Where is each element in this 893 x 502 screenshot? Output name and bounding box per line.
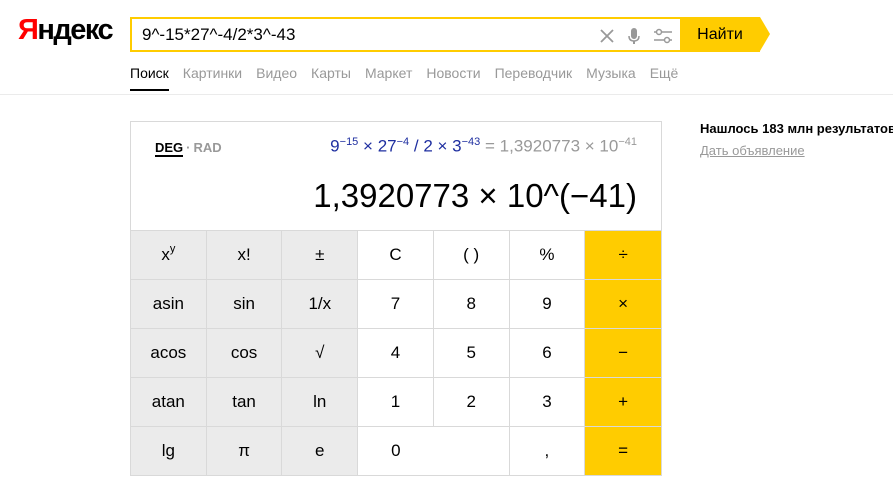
tab-music[interactable]: Музыка (586, 65, 636, 89)
angle-mode-switch: DEG · RAD (155, 140, 222, 157)
comma-key[interactable]: , (509, 426, 586, 475)
keypad: xy x! ± C ( ) % ÷ asin sin 1/x 7 8 9 × a… (131, 230, 661, 475)
search-button[interactable]: Найти (680, 17, 770, 52)
digit-9-key[interactable]: 9 (509, 279, 586, 328)
results-sidebar: Нашлось 183 млн результатов Дать объявле… (700, 121, 893, 158)
plus-minus-key[interactable]: ± (282, 230, 359, 279)
digit-2-key[interactable]: 2 (433, 377, 510, 426)
clear-key[interactable]: C (358, 230, 434, 279)
tab-news[interactable]: Новости (426, 65, 480, 89)
deg-toggle[interactable]: DEG (155, 140, 184, 157)
acos-key[interactable]: acos (131, 328, 207, 377)
logo-rest: ндекс (37, 14, 113, 46)
power-key[interactable]: xy (131, 230, 207, 279)
cos-key[interactable]: cos (206, 328, 283, 377)
expr-exp-3: −43 (461, 136, 481, 148)
expr-op-2: / 2 × (409, 136, 453, 156)
percent-key[interactable]: % (509, 230, 586, 279)
e-key[interactable]: e (282, 426, 359, 475)
tab-translator[interactable]: Переводчик (495, 65, 573, 89)
digit-5-key[interactable]: 5 (433, 328, 510, 377)
multiply-key[interactable]: × (585, 279, 661, 328)
power-key-base: x (161, 245, 170, 264)
asin-key[interactable]: asin (131, 279, 207, 328)
expr-op-1: × (358, 136, 378, 156)
tab-images[interactable]: Картинки (183, 65, 242, 89)
digit-3-key[interactable]: 3 (509, 377, 586, 426)
sqrt-key[interactable]: √ (282, 328, 359, 377)
tab-market[interactable]: Маркет (365, 65, 412, 89)
plus-key[interactable]: + (585, 377, 661, 426)
tab-search[interactable]: Поиск (130, 65, 169, 91)
reciprocal-key[interactable]: 1/x (282, 279, 359, 328)
result-display: 1,3920773 × 10^(−41) (313, 177, 637, 214)
search-input[interactable] (142, 25, 582, 45)
expr-exp-1: −15 (339, 136, 359, 148)
microphone-icon[interactable] (624, 26, 644, 46)
sin-key[interactable]: sin (206, 279, 283, 328)
tan-key[interactable]: tan (206, 377, 283, 426)
digit-8-key[interactable]: 8 (433, 279, 510, 328)
close-icon[interactable] (597, 26, 617, 46)
digit-7-key[interactable]: 7 (358, 279, 434, 328)
results-count: Нашлось 183 млн результатов (700, 121, 893, 136)
search-bar: Найти (130, 17, 770, 52)
calculator-widget: DEG · RAD 9−15 × 27−4 / 2 × 3−43 = 1,39207… (130, 121, 662, 476)
expr-base-1: 9 (330, 136, 340, 156)
parentheses-key[interactable]: ( ) (433, 230, 510, 279)
pi-key[interactable]: π (206, 426, 283, 475)
lg-key[interactable]: lg (131, 426, 207, 475)
advertise-link[interactable]: Дать объявление (700, 143, 893, 158)
expr-exp-2: −4 (396, 136, 410, 148)
expr-base-3: 3 (452, 136, 462, 156)
search-tabs: Поиск Картинки Видео Карты Маркет Новости Пере… (130, 65, 692, 95)
mode-separator: · (186, 140, 191, 155)
expr-result: = 1,3920773 × 10 (480, 136, 619, 156)
factorial-key[interactable]: x! (206, 230, 283, 279)
digit-0-key[interactable]: 0 (358, 426, 510, 475)
rad-toggle[interactable]: RAD (194, 140, 222, 155)
digit-1-key[interactable]: 1 (358, 377, 434, 426)
equals-key[interactable]: = (585, 426, 661, 475)
tab-more[interactable]: Ещё (650, 65, 679, 89)
search-box (130, 17, 680, 52)
expr-base-2: 27 (377, 136, 397, 156)
tab-maps[interactable]: Карты (311, 65, 351, 89)
header-divider (0, 94, 893, 95)
expression-display: 9−15 × 27−4 / 2 × 3−43 = 1,3920773 × 10−… (330, 136, 637, 157)
atan-key[interactable]: atan (131, 377, 207, 426)
sliders-icon[interactable] (652, 26, 674, 46)
digit-4-key[interactable]: 4 (358, 328, 434, 377)
divide-key[interactable]: ÷ (585, 230, 661, 279)
tab-video[interactable]: Видео (256, 65, 297, 89)
ln-key[interactable]: ln (282, 377, 359, 426)
digit-6-key[interactable]: 6 (509, 328, 586, 377)
expr-result-exp: −41 (618, 136, 637, 148)
logo-first-letter: Я (18, 14, 39, 46)
yandex-logo[interactable]: Яндекс (18, 14, 114, 47)
minus-key[interactable]: − (585, 328, 661, 377)
power-key-exp: y (169, 243, 176, 255)
